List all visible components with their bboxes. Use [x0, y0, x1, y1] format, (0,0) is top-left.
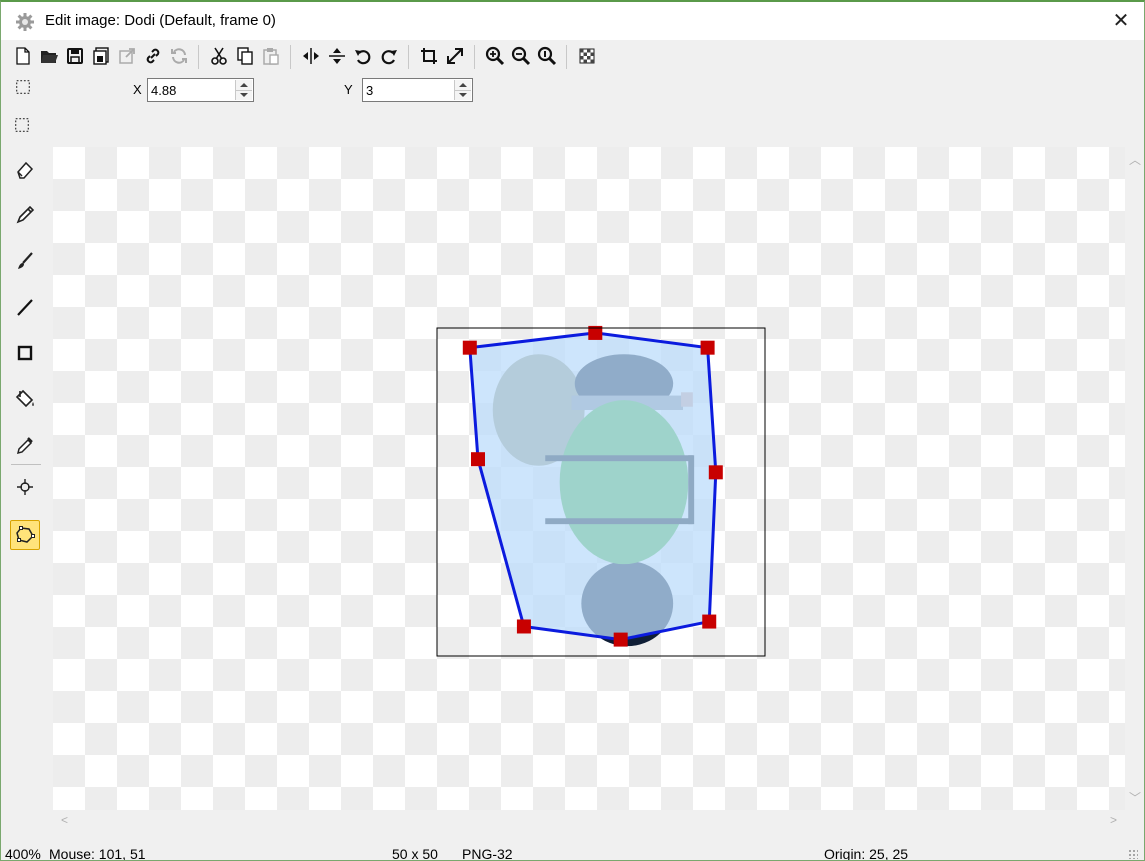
collision-mask-polygon[interactable]: [468, 331, 718, 642]
y-decrement-button[interactable]: [455, 90, 471, 101]
origin-icon[interactable]: [10, 472, 40, 502]
new-icon[interactable]: [11, 44, 35, 68]
export-icon[interactable]: [115, 44, 139, 68]
tool-separator: [11, 464, 41, 465]
scroll-down-arrow[interactable]: ﹀: [1129, 789, 1141, 806]
fill-icon[interactable]: [10, 384, 40, 414]
zoom-out-icon[interactable]: [509, 44, 533, 68]
image-canvas[interactable]: [53, 147, 1125, 810]
y-spinbox[interactable]: [362, 78, 473, 102]
format-status: PNG-32: [462, 846, 513, 861]
transparency-icon[interactable]: [575, 44, 599, 68]
select-icon[interactable]: [10, 113, 34, 137]
polygon-mask-icon[interactable]: [10, 520, 40, 550]
rectangle-icon[interactable]: [10, 338, 40, 368]
resize-icon[interactable]: [443, 44, 467, 68]
open-icon[interactable]: [37, 44, 61, 68]
resize-grip[interactable]: [1128, 849, 1138, 859]
line-icon[interactable]: [10, 292, 40, 322]
paste-icon[interactable]: [259, 44, 283, 68]
sprite-view: [436, 325, 766, 657]
mouse-status: Mouse: 101, 51: [49, 846, 146, 861]
zoom-in-icon[interactable]: [483, 44, 507, 68]
crop-icon[interactable]: [417, 44, 441, 68]
zoom-reset-icon[interactable]: [535, 44, 559, 68]
y-increment-button[interactable]: [455, 80, 471, 90]
title-bar: Edit image: Dodi (Default, frame 0) ✕: [1, 2, 1144, 40]
scroll-right-arrow[interactable]: >: [1110, 813, 1117, 827]
x-increment-button[interactable]: [236, 80, 252, 90]
size-status: 50 x 50: [392, 846, 438, 861]
x-field[interactable]: [151, 81, 231, 99]
eyedropper-icon[interactable]: [10, 430, 40, 460]
y-label: Y: [344, 82, 353, 97]
y-field[interactable]: [366, 81, 446, 99]
mask-vertex-handle[interactable]: [702, 614, 717, 629]
editor-window: Edit image: Dodi (Default, frame 0) ✕ X …: [0, 0, 1145, 861]
save-as-icon[interactable]: [89, 44, 113, 68]
gear-icon: [15, 12, 35, 32]
scroll-left-arrow[interactable]: <: [61, 813, 68, 827]
origin-status: Origin: 25, 25: [824, 846, 909, 861]
brush-icon[interactable]: [10, 246, 40, 276]
reload-icon[interactable]: [167, 44, 191, 68]
flip-horizontal-icon[interactable]: [299, 44, 323, 68]
save-icon[interactable]: [63, 44, 87, 68]
window-title: Edit image: Dodi (Default, frame 0): [45, 12, 276, 29]
mask-vertex-handle[interactable]: [613, 632, 628, 647]
rotate-cw-icon[interactable]: [377, 44, 401, 68]
select-options-icon: [11, 75, 35, 99]
mask-vertex-handle[interactable]: [700, 340, 715, 355]
x-spinbox[interactable]: [147, 78, 254, 102]
x-label: X: [133, 82, 142, 97]
close-button[interactable]: ✕: [1098, 2, 1144, 40]
rotate-ccw-icon[interactable]: [351, 44, 375, 68]
tool-options-bar: X Y: [1, 74, 1144, 106]
cut-icon[interactable]: [207, 44, 231, 68]
scroll-up-arrow[interactable]: ︿: [1129, 151, 1141, 168]
mask-vertex-handle[interactable]: [471, 452, 485, 467]
eraser-icon[interactable]: [10, 154, 40, 184]
horizontal-scrollbar[interactable]: < >: [53, 810, 1125, 832]
x-decrement-button[interactable]: [236, 90, 252, 101]
main-toolbar: [1, 40, 1144, 74]
status-bar: 400% Mouse: 101, 51 50 x 50 PNG-32 Origi…: [1, 834, 1144, 861]
link-icon[interactable]: [141, 44, 165, 68]
flip-vertical-icon[interactable]: [325, 44, 349, 68]
mask-vertex-handle[interactable]: [516, 619, 531, 634]
vertical-scrollbar[interactable]: ︿ ﹀: [1125, 147, 1144, 810]
pencil-icon[interactable]: [10, 200, 40, 230]
tool-palette: [1, 106, 53, 816]
mask-vertex-handle[interactable]: [708, 465, 723, 480]
mask-vertex-handle[interactable]: [462, 340, 477, 355]
zoom-status: 400%: [5, 846, 41, 861]
copy-icon[interactable]: [233, 44, 257, 68]
